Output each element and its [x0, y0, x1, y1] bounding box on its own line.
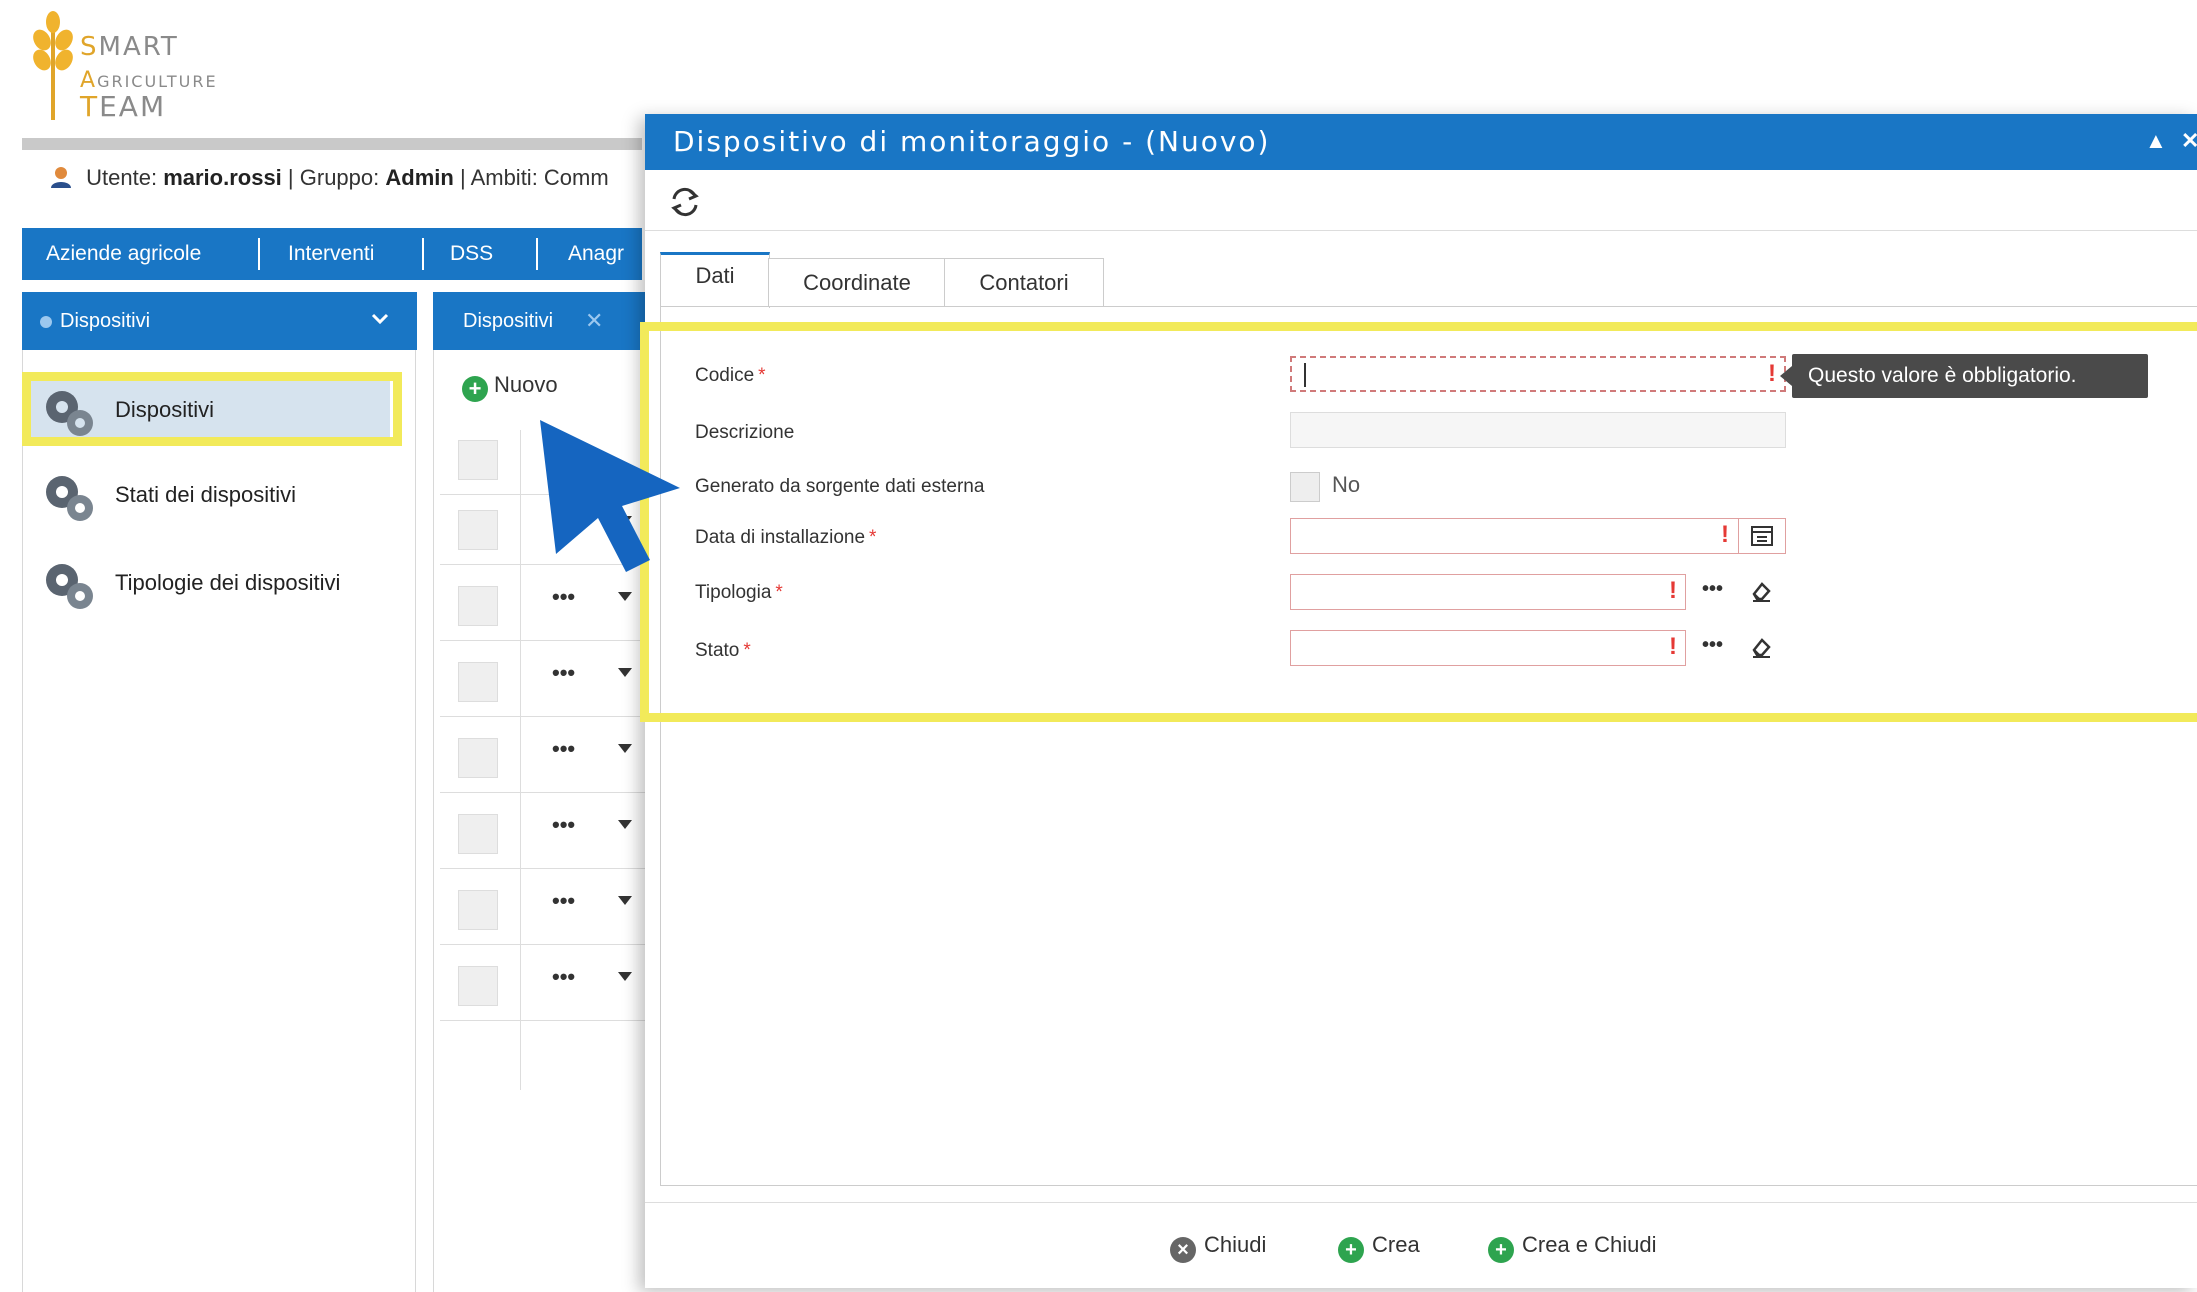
- close-button-label: Chiudi: [1204, 1232, 1267, 1257]
- user-label: Utente:: [86, 165, 158, 190]
- table-row[interactable]: •••: [440, 946, 670, 1021]
- modal-title: Dispositivo di monitoraggio - (Nuovo): [673, 125, 1271, 158]
- app-logo: SMART AGRICULTURE TEAM: [30, 10, 250, 130]
- group-label: | Gruppo:: [287, 165, 380, 190]
- row-checkbox[interactable]: [458, 890, 498, 930]
- chevron-down-icon[interactable]: [371, 310, 389, 328]
- close-button[interactable]: × Chiudi: [1170, 1232, 1266, 1263]
- close-circle-icon: ×: [1170, 1237, 1196, 1263]
- user-name: mario.rossi: [163, 165, 282, 190]
- row-actions-button[interactable]: •••: [552, 584, 575, 610]
- row-checkbox[interactable]: [458, 586, 498, 626]
- plus-icon: +: [1338, 1237, 1364, 1263]
- tab-contatori[interactable]: Contatori: [944, 258, 1104, 306]
- select-all-checkbox[interactable]: [458, 440, 498, 480]
- create-button[interactable]: + Crea: [1338, 1232, 1420, 1263]
- create-button-label: Crea: [1372, 1232, 1420, 1257]
- highlight-box-form: [640, 322, 2197, 722]
- scope-label: | Ambiti: Comm: [459, 165, 609, 190]
- logo-line-1: SMART: [80, 32, 179, 62]
- footer-divider: [645, 1202, 2197, 1203]
- table-row[interactable]: •••: [440, 794, 670, 869]
- close-icon[interactable]: ✕: [2181, 128, 2197, 154]
- dropdown-caret-icon[interactable]: [618, 820, 632, 829]
- panel-icon: [40, 316, 52, 328]
- nav-separator: [422, 238, 424, 270]
- row-actions-button[interactable]: •••: [552, 888, 575, 914]
- dropdown-caret-icon[interactable]: [618, 896, 632, 905]
- create-close-button[interactable]: + Crea e Chiudi: [1488, 1232, 1657, 1263]
- left-panel-title: Dispositivi: [60, 310, 151, 332]
- dropdown-caret-icon[interactable]: [618, 972, 632, 981]
- sidebar-item-stati[interactable]: Stati dei dispositivi: [30, 460, 390, 530]
- table-row[interactable]: •••: [440, 870, 670, 945]
- tab-label: Dispositivi: [463, 310, 554, 332]
- collapse-icon[interactable]: ▲: [2145, 128, 2167, 154]
- row-checkbox[interactable]: [458, 966, 498, 1006]
- nav-item-interventi[interactable]: Interventi: [288, 228, 374, 280]
- refresh-icon[interactable]: [668, 185, 702, 219]
- modal-titlebar: Dispositivo di monitoraggio - (Nuovo) ▲ …: [645, 114, 2197, 170]
- tab-dispositivi[interactable]: Dispositivi ✕: [433, 292, 663, 350]
- nav-separator: [258, 238, 260, 270]
- row-checkbox[interactable]: [458, 738, 498, 778]
- group-name: Admin: [385, 165, 454, 190]
- dropdown-caret-icon[interactable]: [618, 744, 632, 753]
- dropdown-caret-icon[interactable]: [618, 668, 632, 677]
- row-actions-button[interactable]: •••: [552, 812, 575, 838]
- table-row[interactable]: •••: [440, 718, 670, 793]
- plus-icon: +: [462, 376, 488, 402]
- wheat-icon: [33, 11, 73, 120]
- gears-icon: [46, 564, 93, 609]
- nav-item-aziende[interactable]: Aziende agricole: [46, 228, 201, 280]
- mouse-cursor-icon: [540, 420, 680, 572]
- row-actions-button[interactable]: •••: [552, 964, 575, 990]
- tab-coordinate[interactable]: Coordinate: [768, 258, 946, 306]
- tab-dati[interactable]: Dati: [660, 252, 770, 308]
- close-icon[interactable]: ✕: [585, 308, 603, 334]
- create-close-button-label: Crea e Chiudi: [1522, 1232, 1657, 1257]
- nav-separator: [536, 238, 538, 270]
- main-nav: Aziende agricole Interventi DSS Anagr: [22, 228, 642, 280]
- logo-line-3: TEAM: [80, 90, 167, 123]
- sidebar-item-label: Tipologie dei dispositivi: [115, 570, 341, 595]
- row-actions-button[interactable]: •••: [552, 660, 575, 686]
- nav-item-dss[interactable]: DSS: [450, 228, 493, 280]
- row-checkbox[interactable]: [458, 662, 498, 702]
- user-info-bar: Utente: mario.rossi | Gruppo: Admin | Am…: [50, 165, 609, 191]
- nav-item-anagrafiche[interactable]: Anagr: [568, 228, 624, 280]
- left-panel-header[interactable]: Dispositivi: [22, 292, 417, 350]
- user-icon: [51, 167, 71, 188]
- sidebar-item-tipologie[interactable]: Tipologie dei dispositivi: [30, 548, 390, 618]
- row-checkbox[interactable]: [458, 814, 498, 854]
- sidebar-item-label: Stati dei dispositivi: [115, 482, 296, 507]
- gears-icon: [46, 476, 93, 521]
- new-button[interactable]: + Nuovo: [462, 372, 558, 402]
- highlight-box-sidebar: [22, 372, 402, 446]
- row-actions-button[interactable]: •••: [552, 736, 575, 762]
- row-checkbox[interactable]: [458, 510, 498, 550]
- table-row[interactable]: •••: [440, 642, 670, 717]
- toolbar-divider: [645, 230, 2197, 231]
- plus-icon: +: [1488, 1237, 1514, 1263]
- header-divider: [22, 138, 642, 150]
- dropdown-caret-icon[interactable]: [618, 592, 632, 601]
- new-button-label: Nuovo: [494, 372, 558, 397]
